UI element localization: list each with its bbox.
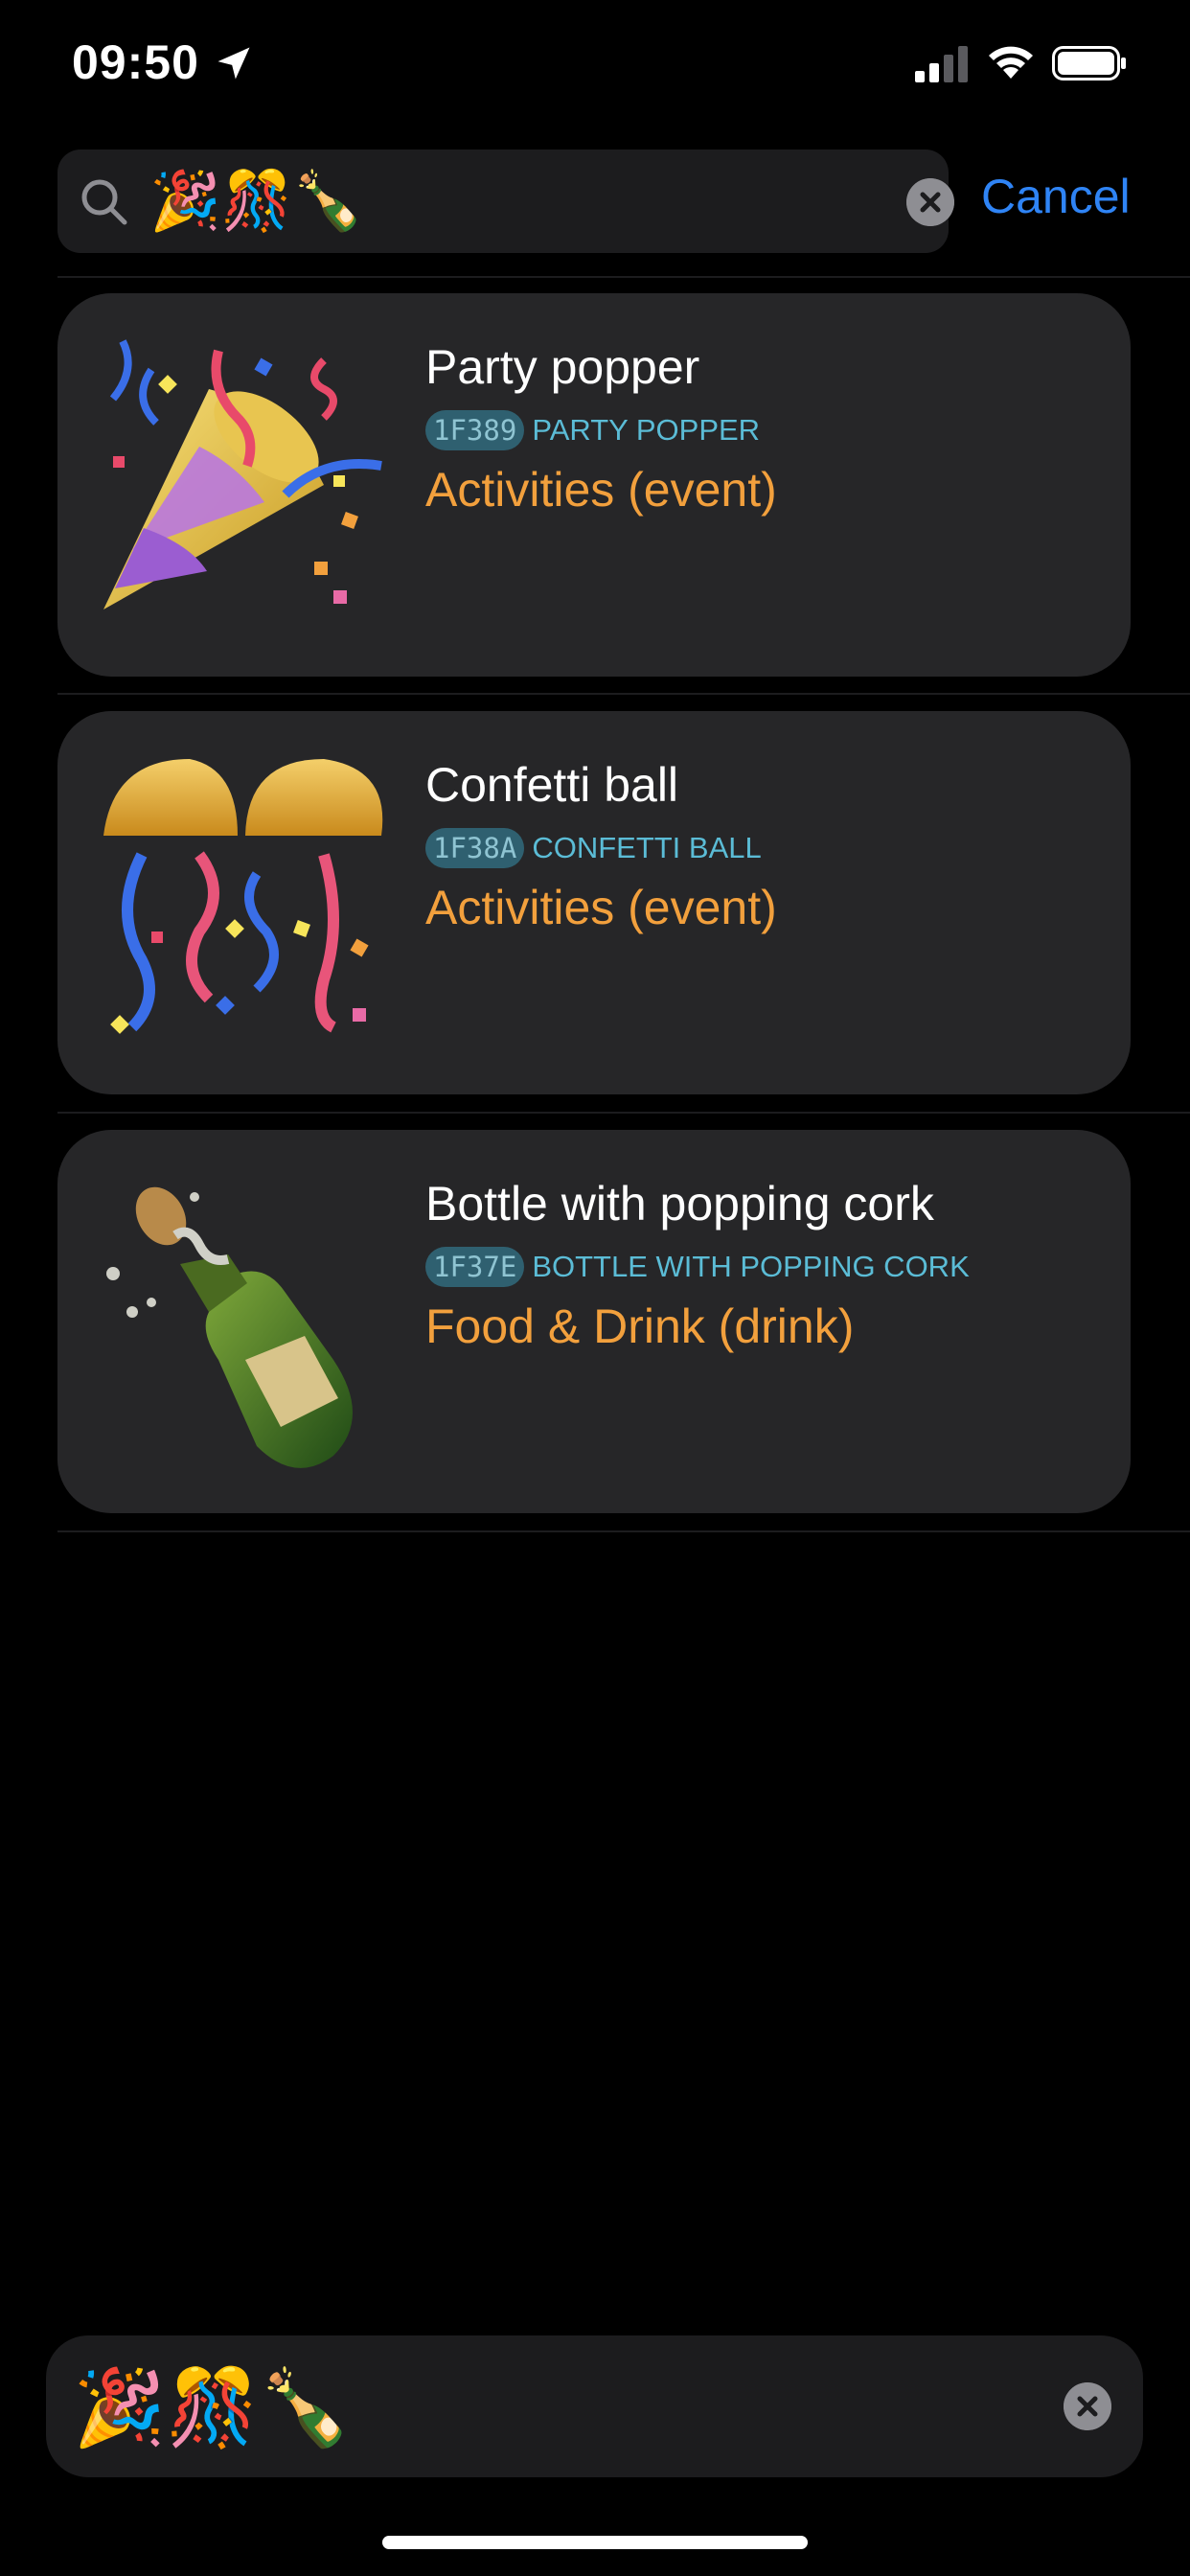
emoji-input-field[interactable]: 🎉🎊🍾 [46, 2335, 1143, 2477]
result-code-row: 1F37E BOTTLE WITH POPPING CORK [425, 1247, 970, 1287]
unicode-name: CONFETTI BALL [532, 831, 762, 864]
result-category: Activities (event) [425, 463, 777, 517]
divider [57, 1112, 1190, 1114]
search-icon [81, 179, 127, 225]
wifi-icon [989, 46, 1033, 79]
result-title: Confetti ball [425, 758, 679, 812]
clear-search-icon[interactable] [906, 178, 954, 226]
cancel-button[interactable]: Cancel [981, 169, 1131, 224]
divider [57, 276, 1190, 278]
unicode-code-badge: 1F37E [425, 1247, 525, 1287]
home-indicator[interactable] [382, 2536, 808, 2549]
result-card-bottle-popping-cork[interactable]: Bottle with popping cork 1F37E BOTTLE WI… [57, 1130, 1131, 1513]
search-query: 🎉🎊🍾 [149, 169, 365, 233]
divider [57, 1530, 1190, 1532]
divider [57, 693, 1190, 695]
result-title: Party popper [425, 340, 700, 394]
status-bar: 09:50 [0, 0, 1190, 134]
status-time: 09:50 [72, 35, 199, 89]
unicode-code-badge: 1F389 [425, 410, 525, 450]
location-arrow-icon [217, 47, 250, 80]
bottle-popping-cork-icon [106, 1186, 353, 1468]
party-popper-icon [103, 339, 382, 610]
unicode-name: BOTTLE WITH POPPING CORK [532, 1250, 970, 1283]
result-code-row: 1F389 PARTY POPPER [425, 410, 760, 450]
result-card-party-popper[interactable]: Party popper 1F389 PARTY POPPER Activiti… [57, 293, 1131, 677]
cellular-signal-icon [915, 46, 968, 82]
clear-input-icon[interactable] [1064, 2382, 1111, 2430]
unicode-code-badge: 1F38A [425, 828, 525, 868]
result-category: Food & Drink (drink) [425, 1300, 855, 1353]
result-title: Bottle with popping cork [425, 1177, 934, 1230]
result-card-confetti-ball[interactable]: Confetti ball 1F38A CONFETTI BALL Activi… [57, 711, 1131, 1094]
search-field[interactable]: 🎉🎊🍾 [57, 150, 954, 253]
result-code-row: 1F38A CONFETTI BALL [425, 828, 762, 868]
confetti-ball-icon [103, 759, 383, 1034]
emoji-input-value: 🎉🎊🍾 [73, 2365, 353, 2450]
battery-icon [1052, 46, 1126, 80]
unicode-name: PARTY POPPER [532, 413, 761, 447]
result-category: Activities (event) [425, 881, 777, 934]
